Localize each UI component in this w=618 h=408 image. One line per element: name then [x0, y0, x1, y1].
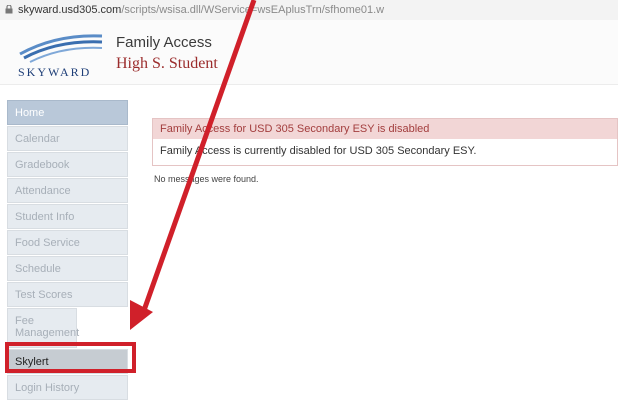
arrow-shaft [139, 0, 257, 317]
arrow-head [130, 300, 153, 330]
annotation-arrow-icon [130, 0, 257, 330]
